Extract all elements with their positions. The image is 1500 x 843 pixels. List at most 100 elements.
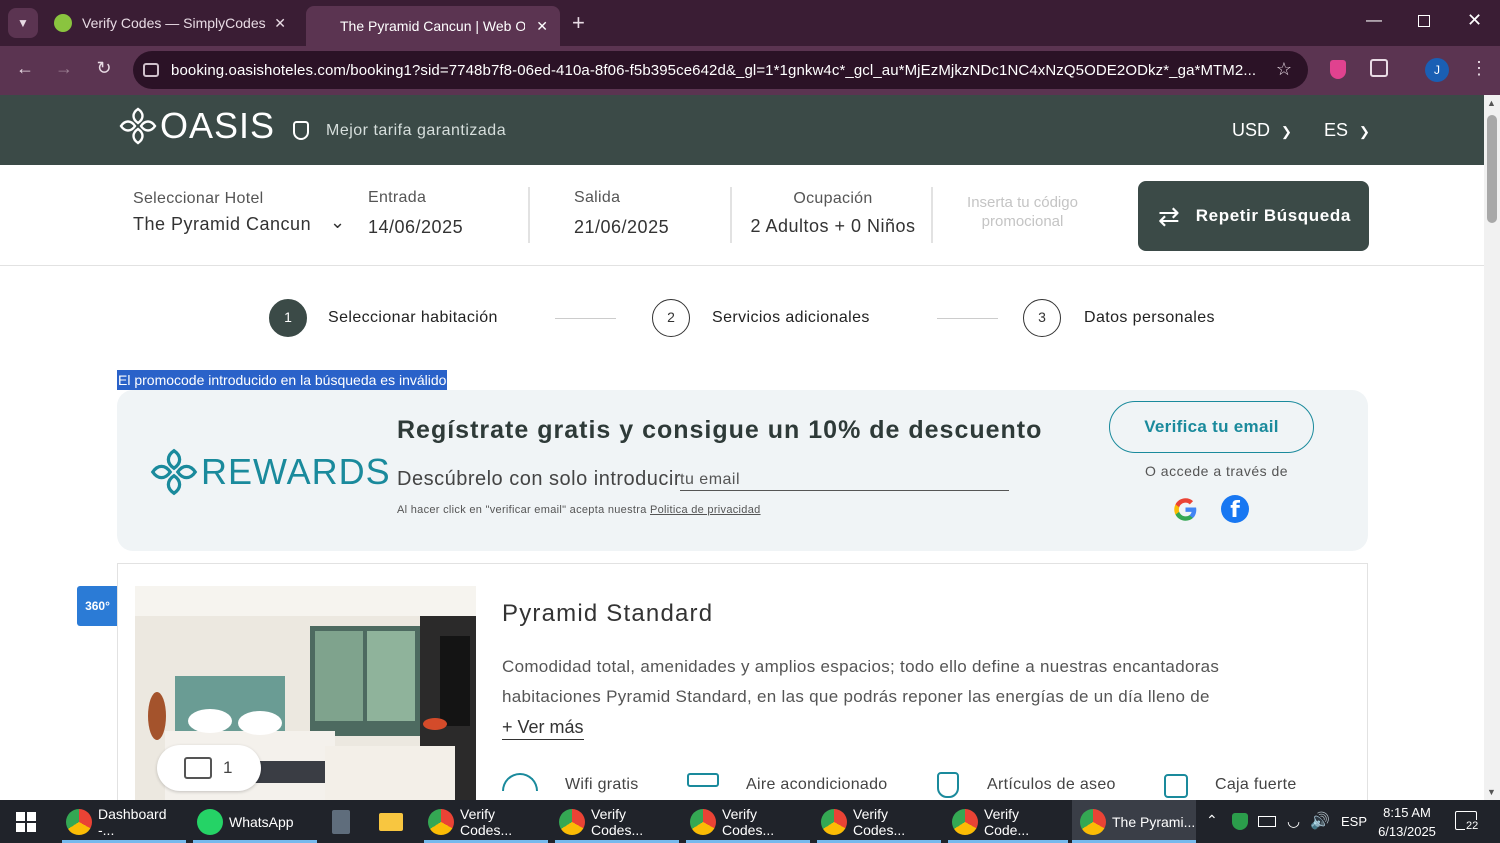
legal-prefix: Al hacer click en "verificar email" acep… <box>397 504 647 516</box>
invalid-promocode-alert: El promocode introducido en la búsqueda … <box>117 370 448 390</box>
checkin-field[interactable]: Entrada 14/06/2025 <box>368 189 463 238</box>
google-login-icon[interactable] <box>1172 496 1199 523</box>
rewards-banner: REWARDS Regístrate gratis y consigue un … <box>117 390 1368 551</box>
chrome-icon <box>821 808 847 835</box>
wifi-signal-icon[interactable]: ◡ <box>1287 812 1300 830</box>
taskbar-chrome-window[interactable]: Verify Codes... <box>817 800 941 843</box>
notification-count-badge: 22 <box>1465 820 1480 832</box>
tab-simplycodes[interactable]: Verify Codes — SimplyCodes ✕ <box>48 6 298 40</box>
oasis-logo-text: OASIS <box>160 105 276 146</box>
facebook-login-icon[interactable]: f <box>1221 495 1249 523</box>
tab-search-button[interactable]: ▼ <box>8 8 38 38</box>
url-text: booking.oasishoteles.com/booking1?sid=77… <box>171 61 1257 79</box>
close-tab-icon[interactable]: ✕ <box>536 18 548 35</box>
reload-icon[interactable]: ↻ <box>92 58 116 79</box>
scroll-down-arrow-icon[interactable]: ▼ <box>1487 787 1496 797</box>
step-2-circle: 2 <box>652 299 690 337</box>
battery-icon[interactable] <box>1258 816 1276 827</box>
taskbar-whatsapp[interactable]: WhatsApp <box>193 800 317 843</box>
step-3-label: Datos personales <box>1084 309 1215 326</box>
taskbar-calculator[interactable] <box>327 800 357 843</box>
tab-pyramid-cancun[interactable]: The Pyramid Cancun | Web Ofic ✕ <box>306 6 560 46</box>
clock[interactable]: 8:15 AM 6/13/2025 <box>1376 803 1438 841</box>
extensions-puzzle-icon[interactable] <box>1370 59 1388 77</box>
forward-arrow-icon[interactable]: → <box>52 58 76 79</box>
divider <box>931 187 933 243</box>
minimize-icon[interactable]: — <box>1366 12 1382 30</box>
site-info-icon[interactable] <box>143 63 159 77</box>
rewards-headline: Regístrate gratis y consigue un 10% de d… <box>397 416 1043 444</box>
close-window-icon[interactable]: ✕ <box>1467 10 1482 31</box>
chrome-icon <box>428 808 454 835</box>
oasis-logo-mark-icon <box>119 107 157 145</box>
rewards-email-input[interactable]: tu email <box>680 471 1009 491</box>
taskbar-chrome-window[interactable]: Verify Codes... <box>686 800 810 843</box>
folder-icon <box>379 812 403 831</box>
repeat-search-button[interactable]: ⇄ Repetir Búsqueda <box>1138 181 1369 251</box>
taskbar-item-label: Verify Codes... <box>460 805 513 838</box>
taskbar-chrome-window[interactable]: Verify Codes... <box>424 800 548 843</box>
taskbar-chrome-window[interactable]: Verify Codes... <box>555 800 679 843</box>
safe-lock-icon <box>1164 774 1188 798</box>
verify-email-button[interactable]: Verifica tu email <box>1109 401 1314 453</box>
currency-selector[interactable]: USD ❯ <box>1232 120 1292 141</box>
page-scrollbar[interactable]: ▲ ▼ <box>1484 95 1500 800</box>
input-language[interactable]: ESP <box>1341 814 1367 829</box>
currency-value: USD <box>1232 120 1271 140</box>
see-more-link[interactable]: + Ver más <box>502 717 584 740</box>
shield-check-icon <box>293 121 309 140</box>
address-bar[interactable]: booking.oasishoteles.com/booking1?sid=77… <box>133 51 1308 89</box>
rewards-logo-text: REWARDS <box>201 451 391 492</box>
description-line: Comodidad total, amenidades y amplios es… <box>502 657 1220 676</box>
checkout-field[interactable]: Salida 21/06/2025 <box>574 189 669 238</box>
taskbar-item-label: Verify Codes... <box>853 805 906 838</box>
language-value: ES <box>1324 120 1349 140</box>
scrollbar-thumb[interactable] <box>1487 115 1497 223</box>
step-1-circle: 1 <box>269 299 307 337</box>
checkin-value: 14/06/2025 <box>368 217 464 237</box>
room-name: Pyramid Standard <box>502 600 714 627</box>
tab-title: Verify Codes — SimplyCodes <box>82 15 266 31</box>
scroll-up-arrow-icon[interactable]: ▲ <box>1487 98 1496 108</box>
tray-overflow-chevron-icon[interactable]: ⌃ <box>1206 812 1218 829</box>
promo-code-input[interactable]: Inserta tu código promocional <box>950 193 1095 231</box>
shield-extension-icon[interactable] <box>1330 60 1346 79</box>
language-selector[interactable]: ES ❯ <box>1324 120 1370 141</box>
taskbar-file-explorer[interactable] <box>376 800 406 843</box>
taskbar-chrome-window[interactable]: Verify Code... <box>948 800 1068 843</box>
privacy-policy-link[interactable]: Politica de privacidad <box>650 504 761 516</box>
rewards-logo-mark-icon <box>150 448 198 496</box>
best-rate-tagline: Mejor tarifa garantizada <box>326 122 507 139</box>
photo-count-button[interactable]: 1 <box>157 745 261 791</box>
browser-menu-icon[interactable]: ⋮ <box>1470 58 1488 79</box>
chevron-down-icon: ⌄ <box>330 212 346 232</box>
360-view-badge[interactable]: 360° <box>77 586 118 626</box>
restore-icon[interactable] <box>1418 15 1430 27</box>
checkout-label: Salida <box>574 189 621 206</box>
step-2-label: Servicios adicionales <box>712 309 870 326</box>
chrome-icon <box>690 808 716 835</box>
email-placeholder: tu email <box>680 471 741 488</box>
volume-icon[interactable]: 🔊 <box>1310 811 1330 831</box>
taskbar-chrome-pyramid[interactable]: The Pyrami... <box>1072 800 1196 843</box>
occupancy-field[interactable]: Ocupación 2 Adultos + 0 Niños <box>747 190 919 237</box>
air-conditioning-icon <box>687 773 719 787</box>
chevron-down-icon: ❯ <box>1281 124 1292 139</box>
security-shield-icon[interactable] <box>1232 813 1248 830</box>
taskbar-chrome-dashboard[interactable]: Dashboard -... <box>62 800 186 843</box>
clock-date: 6/13/2025 <box>1378 824 1436 839</box>
oasis-logo[interactable]: OASIS <box>118 105 275 147</box>
refresh-arrows-icon: ⇄ <box>1158 200 1180 231</box>
new-tab-plus-icon[interactable]: + <box>572 10 585 36</box>
chrome-icon <box>66 808 92 835</box>
chrome-icon <box>559 808 585 835</box>
back-arrow-icon[interactable]: ← <box>13 58 37 79</box>
amenity-toiletries: Artículos de aseo <box>987 776 1116 793</box>
hotel-selector[interactable]: Seleccionar Hotel The Pyramid Cancun ⌄ <box>133 190 348 240</box>
amenity-wifi: Wifi gratis <box>565 776 639 793</box>
taskbar-item-label: Dashboard -... <box>98 805 167 838</box>
profile-avatar[interactable]: J <box>1425 58 1449 82</box>
windows-start-icon[interactable] <box>16 812 36 832</box>
close-tab-icon[interactable]: ✕ <box>274 15 286 32</box>
bookmark-star-icon[interactable]: ☆ <box>1276 59 1292 80</box>
